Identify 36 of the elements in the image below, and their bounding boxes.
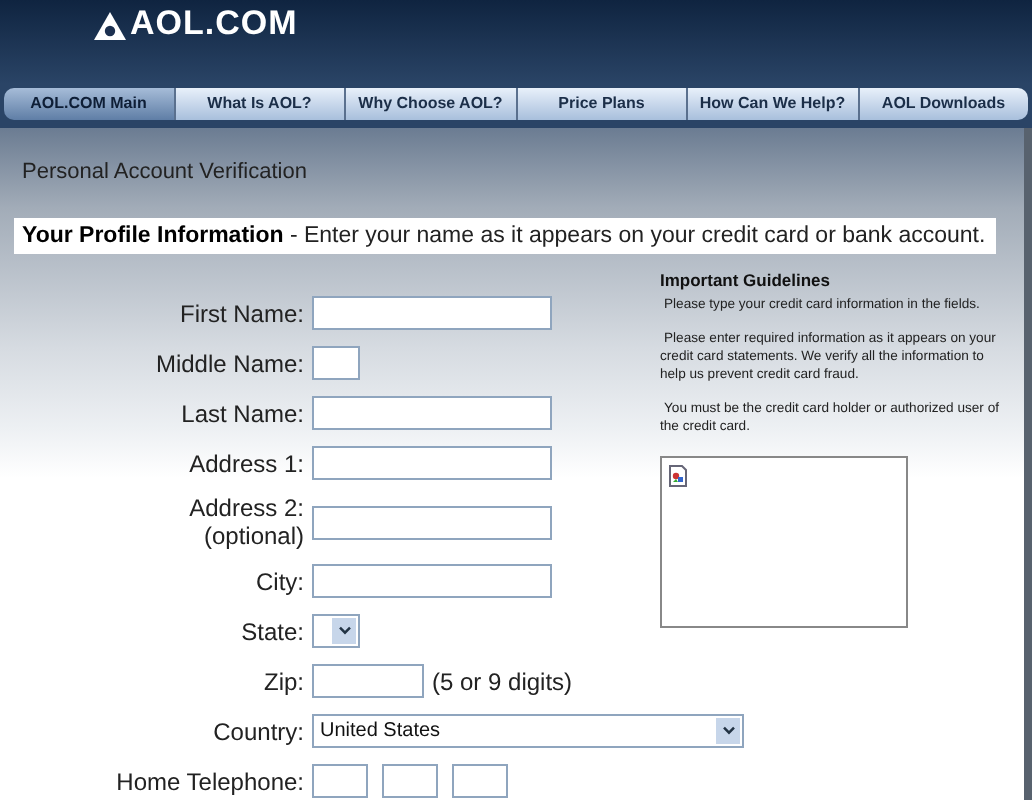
- input-field[interactable]: [382, 764, 438, 798]
- nav-tab[interactable]: AOL.COM Main: [4, 88, 175, 120]
- field-label: First Name:: [179, 299, 304, 327]
- input-field[interactable]: [312, 564, 552, 598]
- dropdown[interactable]: [312, 614, 360, 648]
- nav-tab[interactable]: Why Choose AOL?: [346, 88, 517, 120]
- input-field[interactable]: [312, 346, 360, 380]
- guidelines-title: Important Guidelines: [660, 270, 833, 290]
- logo-text: AOL.COM: [130, 6, 298, 40]
- input-field[interactable]: [312, 446, 552, 480]
- field-label: Home Telephone:: [116, 767, 304, 795]
- input-field[interactable]: [312, 664, 424, 698]
- nav-tab[interactable]: AOL Downloads: [859, 88, 1028, 120]
- field-label: Last Name:: [181, 399, 304, 427]
- logo-icon: [94, 12, 126, 40]
- nav-tab[interactable]: What Is AOL?: [175, 88, 346, 120]
- field-label: Address 2:: [189, 494, 304, 522]
- nav-tab[interactable]: How Can We Help?: [688, 88, 859, 120]
- input-field[interactable]: [312, 505, 552, 539]
- input-field[interactable]: [312, 296, 552, 330]
- nav-tab[interactable]: Price Plans: [517, 88, 688, 120]
- field-label: State:: [241, 617, 304, 645]
- input-field[interactable]: [312, 396, 552, 430]
- section-banner: Your Profile Information - Enter your name as it appears on your credit card or bank account.: [14, 218, 996, 254]
- field-label: Address 1:: [189, 449, 304, 477]
- broken-image-icon: [668, 464, 688, 488]
- page-title: Personal Account Verification: [20, 160, 309, 184]
- dropdown[interactable]: United States: [312, 714, 744, 748]
- field-label: Country:: [213, 717, 304, 745]
- field-hint: (5 or 9 digits): [432, 667, 573, 695]
- field-label: Middle Name:: [155, 349, 304, 377]
- input-field[interactable]: [312, 764, 368, 798]
- input-field[interactable]: [452, 764, 508, 798]
- field-label: City:: [256, 567, 304, 595]
- field-label: (optional): [203, 522, 304, 550]
- field-label: Zip:: [263, 667, 304, 695]
